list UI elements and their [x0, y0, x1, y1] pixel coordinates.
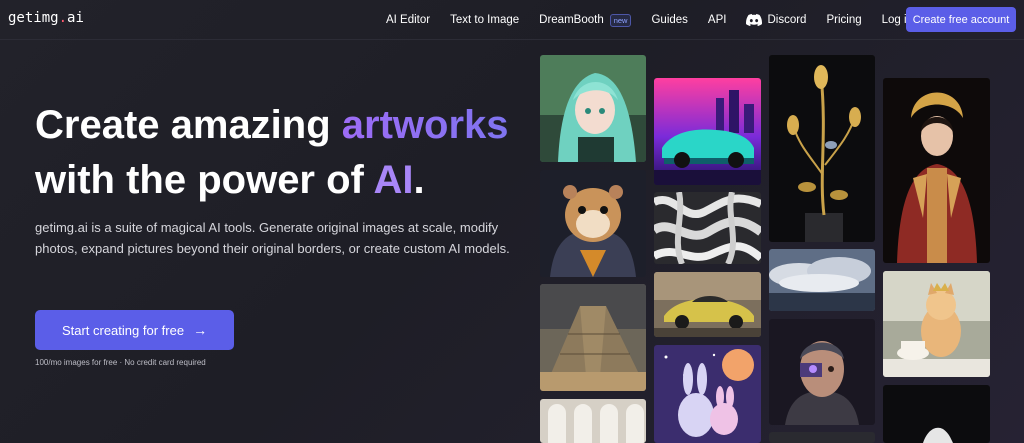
nav-dreambooth[interactable]: DreamBooth new	[539, 13, 632, 27]
start-creating-button[interactable]: Start creating for free →	[35, 310, 234, 350]
hero-description: getimg.ai is a suite of magical AI tools…	[35, 220, 510, 256]
nav-dreambooth-label: DreamBooth	[539, 14, 604, 26]
hero-title-line2: with the power of	[35, 158, 374, 202]
hero-note: 100/mo images for free · No credit card …	[35, 358, 206, 367]
asian-queen-image	[883, 78, 990, 263]
logo[interactable]: getimg.ai	[8, 10, 84, 26]
nav-api[interactable]: API	[708, 14, 727, 26]
nav-links: AI Editor Text to Image DreamBooth new Gu…	[386, 0, 933, 40]
nav-text-to-image-label: Text to Image	[450, 14, 520, 26]
discord-icon	[746, 14, 763, 26]
logo-dot: .	[58, 10, 68, 26]
nav-ai-editor-label: AI Editor	[386, 14, 431, 26]
dark-tile-image	[769, 432, 875, 443]
start-creating-label: Start creating for free	[61, 322, 185, 338]
clouds-seascape-image	[769, 249, 875, 311]
bunny-cartoon-image	[654, 345, 761, 443]
create-free-account-label: Create free account	[912, 13, 1010, 26]
dark-scene-image	[883, 385, 990, 443]
nav-guides[interactable]: Guides	[651, 14, 687, 26]
hamster-astronaut-image	[540, 170, 646, 277]
cat-teacup-image	[883, 271, 990, 377]
nav-guides-label: Guides	[651, 14, 688, 26]
top-navbar: getimg.ai AI Editor Text to Image DreamB…	[0, 0, 1024, 40]
golden-flowers-image	[769, 55, 875, 242]
arrow-right-icon: →	[193, 322, 208, 338]
hero-title-highlight-ai: AI	[373, 158, 414, 202]
yellow-sportscar-image	[654, 272, 761, 337]
logo-text-tld: ai	[67, 10, 84, 26]
neon-car-image	[654, 78, 761, 185]
nav-api-label: API	[707, 14, 727, 26]
cyborg-portrait-image	[769, 319, 875, 425]
hero-title: Create amazing artworks with the power o…	[35, 98, 535, 208]
nav-discord[interactable]: Discord	[746, 14, 806, 26]
nav-ai-editor[interactable]: AI Editor	[386, 14, 430, 26]
arched-windows-image	[540, 399, 646, 443]
nav-text-to-image[interactable]: Text to Image	[450, 14, 519, 26]
nav-pricing-label: Pricing	[826, 14, 862, 26]
new-badge: new	[609, 13, 632, 27]
nav-pricing[interactable]: Pricing	[826, 14, 861, 26]
create-free-account-button[interactable]: Create free account	[906, 7, 1016, 32]
white-pattern-image	[654, 192, 761, 264]
hero-title-line1: Create amazing	[35, 103, 342, 147]
hero-title-period: .	[413, 158, 425, 202]
pyramid-image	[540, 284, 646, 391]
anime-girl-image	[540, 55, 646, 162]
logo-text-main: getimg	[8, 10, 59, 26]
nav-discord-label: Discord	[767, 14, 807, 26]
hero-title-highlight-artworks: artworks	[341, 103, 509, 147]
